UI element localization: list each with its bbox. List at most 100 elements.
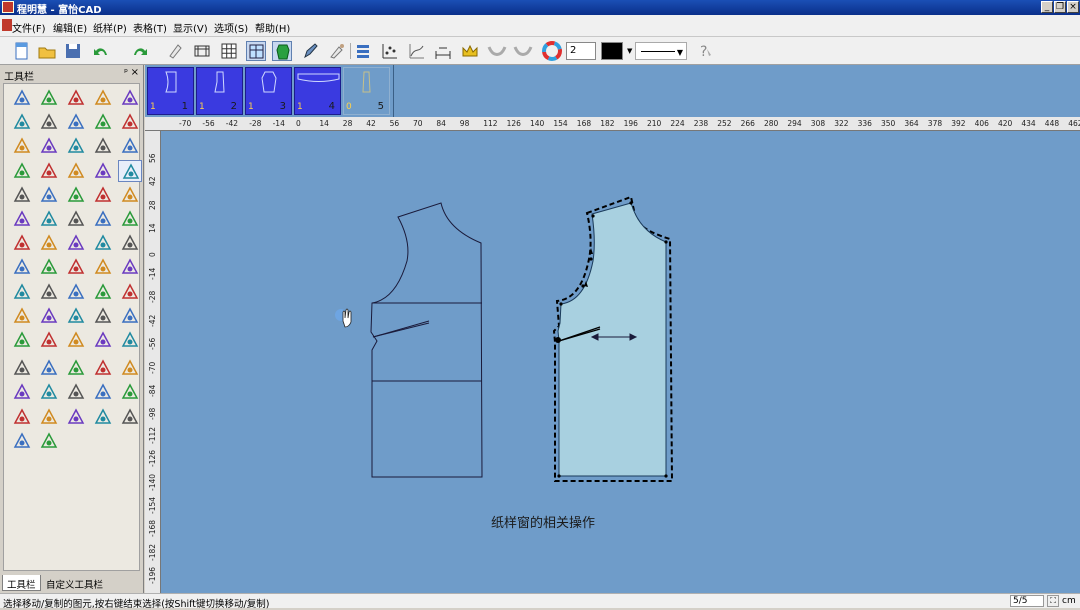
grade-o-icon[interactable] xyxy=(118,329,142,351)
point-icon[interactable] xyxy=(37,111,61,133)
help-icon[interactable]: ? xyxy=(695,41,715,61)
grade-c-icon[interactable] xyxy=(64,281,88,303)
mark-q-icon[interactable] xyxy=(37,430,61,452)
adjust-icon[interactable] xyxy=(37,87,61,109)
pattern-g-icon[interactable] xyxy=(37,256,61,278)
grade-k-icon[interactable] xyxy=(10,329,34,351)
tab-toolbar[interactable]: 工具栏 xyxy=(2,575,41,591)
thumbnail-4[interactable]: 1 4 xyxy=(294,67,341,115)
text-t-icon[interactable] xyxy=(91,208,115,230)
grade-h-icon[interactable] xyxy=(64,305,88,327)
mark-g-icon[interactable] xyxy=(37,381,61,403)
thumbnail-2[interactable]: 1 2 xyxy=(196,67,243,115)
mark-i-icon[interactable] xyxy=(91,381,115,403)
mark-m-icon[interactable] xyxy=(64,406,88,428)
grade-j-icon[interactable] xyxy=(118,305,142,327)
buttonhole-icon[interactable] xyxy=(91,256,115,278)
grade-g-icon[interactable] xyxy=(37,305,61,327)
arrange-icon[interactable] xyxy=(353,41,373,61)
pattern-e-icon[interactable] xyxy=(118,232,142,254)
mark-c-icon[interactable] xyxy=(64,357,88,379)
grade-n-icon[interactable] xyxy=(91,329,115,351)
sewing-icon[interactable] xyxy=(118,208,142,230)
angle-icon[interactable] xyxy=(91,111,115,133)
seam-icon-2[interactable] xyxy=(513,41,533,61)
pen-tool-icon[interactable] xyxy=(91,87,115,109)
mark-d-icon[interactable] xyxy=(91,357,115,379)
thumbnail-3[interactable]: 1 3 xyxy=(245,67,292,115)
mirror-icon[interactable] xyxy=(10,184,34,206)
pattern-f-icon[interactable] xyxy=(10,256,34,278)
grade-b-icon[interactable] xyxy=(37,281,61,303)
seam-tool-icon[interactable] xyxy=(64,135,88,157)
grade-e-icon[interactable] xyxy=(118,281,142,303)
menu-table[interactable]: 表格(T) xyxy=(133,20,167,35)
select-icon[interactable] xyxy=(10,87,34,109)
grade-i-icon[interactable] xyxy=(91,305,115,327)
redo-icon[interactable] xyxy=(130,41,150,61)
mark-o-icon[interactable] xyxy=(118,406,142,428)
rotate-icon[interactable] xyxy=(10,160,34,182)
pattern-d-icon[interactable] xyxy=(91,232,115,254)
menu-view[interactable]: 显示(V) xyxy=(173,20,208,35)
fold-icon[interactable] xyxy=(37,184,61,206)
copied-pattern-piece[interactable] xyxy=(552,195,674,482)
thumbnail-5[interactable]: 0 5 xyxy=(343,67,390,115)
mark-j-icon[interactable] xyxy=(118,381,142,403)
crown-icon[interactable] xyxy=(460,41,480,61)
mark-a-icon[interactable] xyxy=(10,357,34,379)
menu-help[interactable]: 帮助(H) xyxy=(255,20,290,35)
menu-file[interactable]: 文件(F) xyxy=(12,20,46,35)
menu-options[interactable]: 选项(S) xyxy=(214,20,248,35)
app-icon[interactable] xyxy=(2,1,14,13)
notch-icon[interactable] xyxy=(91,135,115,157)
mark-p-icon[interactable] xyxy=(10,430,34,452)
dart-icon[interactable] xyxy=(37,208,61,230)
color-picker[interactable] xyxy=(601,42,623,60)
mark-f-icon[interactable] xyxy=(10,381,34,403)
pattern-canvas[interactable]: -70 -56 -42 -28 -14 0 14 28 42 56 70 84 98 112 126 140 1… xyxy=(145,117,1080,593)
new-icon[interactable] xyxy=(12,41,32,61)
color-wheel-icon[interactable] xyxy=(542,41,562,61)
ruler-arc-icon[interactable] xyxy=(91,160,115,182)
grade-a-icon[interactable] xyxy=(10,281,34,303)
compass-icon[interactable] xyxy=(10,135,34,157)
pleat-icon[interactable] xyxy=(10,208,34,230)
pattern-icon[interactable] xyxy=(272,41,292,61)
undo-icon[interactable] xyxy=(91,41,111,61)
grade-d-icon[interactable] xyxy=(91,281,115,303)
pattern-c-icon[interactable] xyxy=(64,232,88,254)
grade-f-icon[interactable] xyxy=(10,305,34,327)
ruler-icon[interactable] xyxy=(192,41,212,61)
ruler-tool-icon[interactable] xyxy=(118,87,142,109)
window-icon[interactable] xyxy=(246,41,266,61)
open-icon[interactable] xyxy=(37,41,57,61)
cut-icon[interactable] xyxy=(37,135,61,157)
measure-icon[interactable] xyxy=(433,41,453,61)
front-bodice-pattern[interactable] xyxy=(370,202,483,478)
color-dropdown-icon[interactable]: ▼ xyxy=(627,47,632,55)
scissors-icon[interactable] xyxy=(64,111,88,133)
pattern-b-icon[interactable] xyxy=(37,232,61,254)
curve-tool-icon[interactable] xyxy=(10,111,34,133)
menu-edit[interactable]: 编辑(E) xyxy=(53,20,87,35)
menu-pattern[interactable]: 纸样(P) xyxy=(93,20,127,35)
pattern-a-icon[interactable] xyxy=(10,232,34,254)
scatter-icon[interactable] xyxy=(380,41,400,61)
restore-button[interactable]: ❐ xyxy=(1054,1,1066,13)
smart-pen-icon[interactable] xyxy=(64,87,88,109)
close-button[interactable]: × xyxy=(1067,1,1079,13)
mark-h-icon[interactable] xyxy=(64,381,88,403)
button-row-icon[interactable] xyxy=(91,184,115,206)
spiral-icon[interactable] xyxy=(64,208,88,230)
tab-custom-toolbar[interactable]: 自定义工具栏 xyxy=(42,575,107,591)
key-icon[interactable] xyxy=(64,160,88,182)
pattern-drawing[interactable] xyxy=(161,131,1080,593)
line-width-input[interactable]: 2 xyxy=(566,42,596,60)
text-a-icon[interactable] xyxy=(37,160,61,182)
pin-icon[interactable]: ᵖ xyxy=(124,68,128,78)
cursor-fold-icon[interactable] xyxy=(64,184,88,206)
mountain-icon[interactable] xyxy=(118,184,142,206)
grade-l-icon[interactable] xyxy=(37,329,61,351)
fit-view-icon[interactable]: ⛶ xyxy=(1047,595,1059,607)
